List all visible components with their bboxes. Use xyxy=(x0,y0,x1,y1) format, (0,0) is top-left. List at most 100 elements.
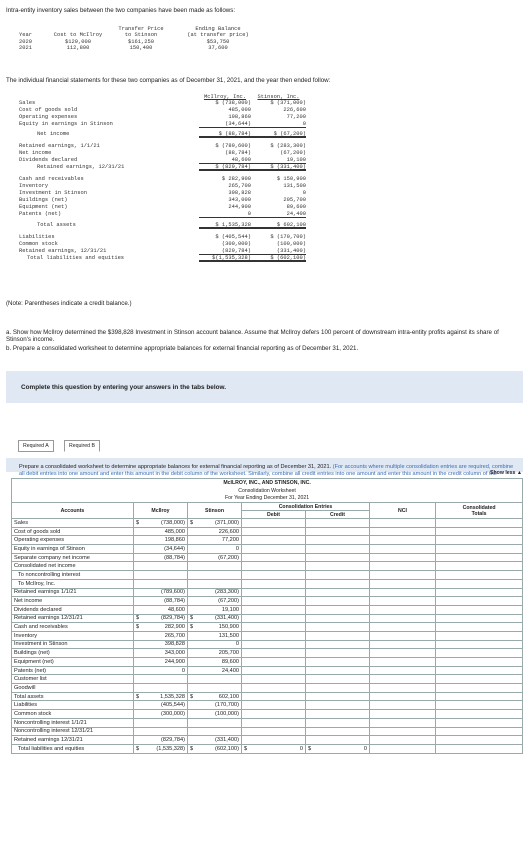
ws-nci-input[interactable] xyxy=(369,630,436,641)
ws-debit-input[interactable] xyxy=(257,674,306,685)
ws-nci-input[interactable] xyxy=(369,613,436,624)
ws-debit-input[interactable] xyxy=(241,622,258,632)
ws-debit-input[interactable] xyxy=(257,604,306,615)
ws-credit-total[interactable]: 0 xyxy=(321,743,370,754)
ws-consolidated-input[interactable] xyxy=(434,665,524,676)
ws-credit-input[interactable] xyxy=(305,526,322,537)
ws-credit-input[interactable] xyxy=(305,648,322,658)
ws-credit-input[interactable] xyxy=(305,691,322,702)
ws-consolidated-input[interactable] xyxy=(434,648,524,658)
ws-consolidated-input[interactable] xyxy=(434,535,524,546)
ws-debit-input[interactable] xyxy=(241,552,258,563)
ws-credit-input[interactable] xyxy=(321,552,370,563)
ws-consolidated-input[interactable] xyxy=(434,622,524,632)
ws-consolidated-input[interactable] xyxy=(434,657,524,667)
ws-consolidated-input[interactable] xyxy=(434,691,524,702)
ws-credit-input[interactable] xyxy=(321,665,370,676)
ws-debit-input[interactable] xyxy=(257,639,306,650)
ws-credit-input[interactable] xyxy=(321,578,370,589)
ws-nci-input[interactable] xyxy=(369,561,436,572)
ws-consolidated-input[interactable] xyxy=(434,518,524,528)
ws-consolidated-input[interactable] xyxy=(434,526,524,537)
ws-debit-input[interactable] xyxy=(257,657,306,667)
ws-credit-input[interactable] xyxy=(321,726,370,737)
ws-debit-total-sym[interactable]: $ xyxy=(241,743,258,754)
ws-credit-input[interactable] xyxy=(305,700,322,711)
ws-nci-input[interactable] xyxy=(369,604,436,615)
ws-nci-input[interactable] xyxy=(369,622,436,632)
ws-debit-input[interactable] xyxy=(241,726,258,737)
ws-debit-input[interactable] xyxy=(241,639,258,650)
ws-debit-input[interactable] xyxy=(241,735,258,745)
ws-debit-input[interactable] xyxy=(241,561,258,572)
ws-debit-input[interactable] xyxy=(241,700,258,711)
ws-debit-input[interactable] xyxy=(257,648,306,658)
ws-credit-input[interactable] xyxy=(305,570,322,580)
ws-nci-input[interactable] xyxy=(369,578,436,589)
ws-consolidated-input[interactable] xyxy=(434,709,524,719)
ws-debit-input[interactable] xyxy=(257,570,306,580)
ws-credit-input[interactable] xyxy=(305,596,322,606)
ws-debit-total[interactable]: 0 xyxy=(257,743,306,754)
ws-nci-input[interactable] xyxy=(369,717,436,728)
ws-nci-input[interactable] xyxy=(369,544,436,554)
ws-debit-input[interactable] xyxy=(241,570,258,580)
ws-nci-input[interactable] xyxy=(369,552,436,563)
ws-credit-input[interactable] xyxy=(321,639,370,650)
ws-consolidated-input[interactable] xyxy=(434,587,524,598)
ws-consolidated-input[interactable] xyxy=(434,726,524,737)
ws-consolidated-input[interactable] xyxy=(434,596,524,606)
ws-nci-input[interactable] xyxy=(369,587,436,598)
ws-credit-input[interactable] xyxy=(321,735,370,745)
ws-credit-input[interactable] xyxy=(305,709,322,719)
ws-credit-input[interactable] xyxy=(305,657,322,667)
ws-credit-input[interactable] xyxy=(321,674,370,685)
ws-debit-input[interactable] xyxy=(257,630,306,641)
ws-nci-input[interactable] xyxy=(369,657,436,667)
ws-debit-input[interactable] xyxy=(257,596,306,606)
ws-debit-input[interactable] xyxy=(241,665,258,676)
ws-credit-input[interactable] xyxy=(305,665,322,676)
ws-credit-input[interactable] xyxy=(321,648,370,658)
ws-nci-input[interactable] xyxy=(369,526,436,537)
ws-consolidated-input[interactable] xyxy=(434,544,524,554)
ws-debit-input[interactable] xyxy=(257,561,306,572)
ws-nci-input[interactable] xyxy=(369,674,436,685)
ws-debit-input[interactable] xyxy=(241,717,258,728)
ws-debit-input[interactable] xyxy=(257,735,306,745)
ws-nci-input[interactable] xyxy=(369,709,436,719)
ws-credit-input[interactable] xyxy=(321,596,370,606)
ws-consolidated-input[interactable] xyxy=(434,570,524,580)
ws-debit-input[interactable] xyxy=(241,578,258,589)
ws-credit-input[interactable] xyxy=(305,604,322,615)
ws-nci-input[interactable] xyxy=(369,535,436,546)
ws-consolidated-input[interactable] xyxy=(434,613,524,624)
ws-debit-input[interactable] xyxy=(257,726,306,737)
ws-consolidated-input[interactable] xyxy=(434,639,524,650)
ws-credit-input[interactable] xyxy=(321,630,370,641)
ws-nci-input[interactable] xyxy=(369,639,436,650)
ws-debit-input[interactable] xyxy=(257,544,306,554)
ws-debit-input[interactable] xyxy=(241,526,258,537)
ws-credit-input[interactable] xyxy=(305,726,322,737)
ws-debit-input[interactable] xyxy=(241,587,258,598)
tab-required-b[interactable]: Required B xyxy=(64,440,100,452)
ws-credit-input[interactable] xyxy=(321,691,370,702)
ws-credit-input[interactable] xyxy=(321,709,370,719)
ws-credit-total-sym[interactable]: $ xyxy=(305,743,322,754)
ws-credit-input[interactable] xyxy=(305,622,322,632)
ws-consolidated-input[interactable] xyxy=(434,630,524,641)
ws-debit-input[interactable] xyxy=(257,717,306,728)
ws-credit-input[interactable] xyxy=(321,570,370,580)
ws-debit-input[interactable] xyxy=(241,674,258,685)
ws-debit-input[interactable] xyxy=(241,691,258,702)
ws-credit-input[interactable] xyxy=(305,518,322,528)
ws-debit-input[interactable] xyxy=(257,526,306,537)
ws-credit-input[interactable] xyxy=(321,613,370,624)
ws-consolidated-input[interactable] xyxy=(434,561,524,572)
ws-debit-input[interactable] xyxy=(257,691,306,702)
ws-credit-input[interactable] xyxy=(321,526,370,537)
ws-debit-input[interactable] xyxy=(241,544,258,554)
ws-debit-input[interactable] xyxy=(241,535,258,546)
ws-credit-input[interactable] xyxy=(305,630,322,641)
